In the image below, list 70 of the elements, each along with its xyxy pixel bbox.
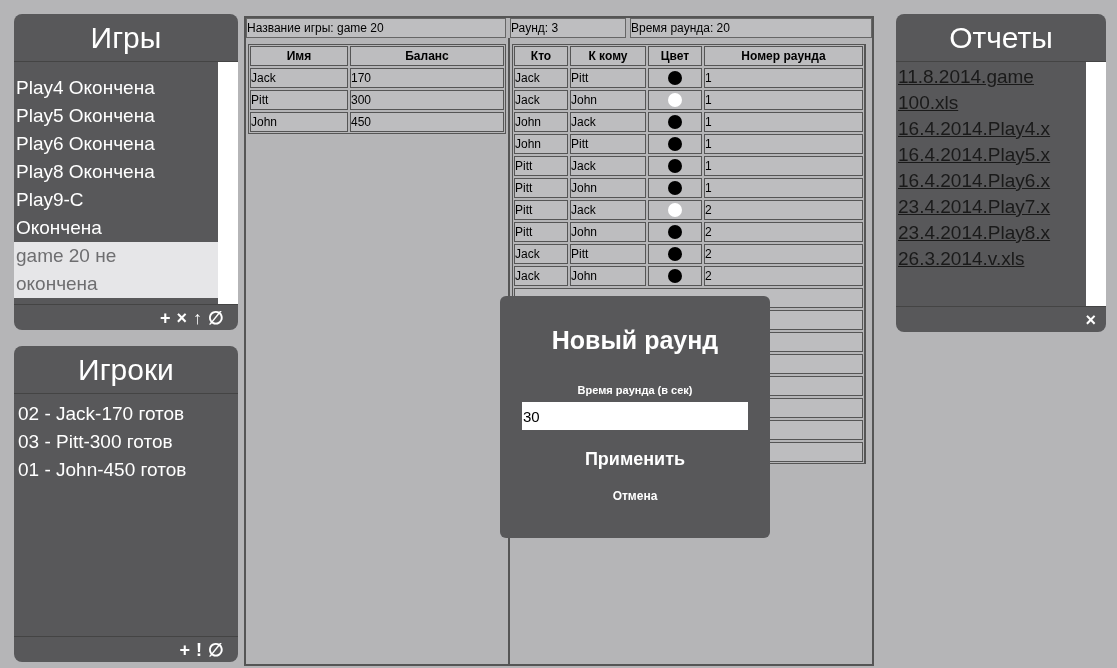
- game-item[interactable]: Play8 Окончена: [14, 158, 218, 186]
- table-cell: John: [570, 222, 646, 242]
- apply-button[interactable]: Применить: [584, 446, 686, 473]
- column-header: Номер раунда: [704, 46, 863, 66]
- table-cell: Pitt: [514, 156, 568, 176]
- table-cell: Pitt: [570, 134, 646, 154]
- action-button[interactable]: !: [196, 640, 202, 659]
- table-cell: 1: [704, 90, 863, 110]
- action-button[interactable]: +: [179, 640, 190, 659]
- table-cell: Jack: [514, 90, 568, 110]
- column-header: Кто: [514, 46, 568, 66]
- action-button[interactable]: ×: [1085, 310, 1096, 329]
- table-cell: 450: [350, 112, 504, 132]
- field-label: Время раунда (в сек): [577, 382, 693, 398]
- table-cell: Jack: [514, 266, 568, 286]
- game-name-field: Название игры: game 20: [246, 18, 506, 38]
- table-cell: John: [250, 112, 348, 132]
- panel-title: Игроки: [14, 346, 238, 394]
- table-cell: 1: [704, 134, 863, 154]
- table-cell: John: [514, 112, 568, 132]
- game-item[interactable]: Play5 Окончена: [14, 102, 218, 130]
- dialog-title: Новый раунд: [551, 325, 719, 356]
- round-field: Раунд: 3: [510, 18, 626, 38]
- table-cell: John: [570, 178, 646, 198]
- table-cell: Pitt: [514, 222, 568, 242]
- table-cell: 2: [704, 222, 863, 242]
- table-cell: Jack: [570, 156, 646, 176]
- table-cell: 2: [704, 266, 863, 286]
- column-header: К кому: [570, 46, 646, 66]
- column-header: Имя: [250, 46, 348, 66]
- table-cell: Jack: [570, 200, 646, 220]
- table-cell: Jack: [570, 112, 646, 132]
- table-cell: 1: [704, 112, 863, 132]
- table-cell: Pitt: [250, 90, 348, 110]
- cancel-button[interactable]: Отмена: [612, 487, 658, 505]
- table-cell: 2: [704, 244, 863, 264]
- table-cell: 1: [704, 156, 863, 176]
- column-header: Цвет: [648, 46, 702, 66]
- table-cell: 1: [704, 178, 863, 198]
- action-button[interactable]: ∅: [208, 640, 224, 659]
- player-item[interactable]: 03 - Pitt-300 готов: [18, 428, 238, 456]
- game-item[interactable]: game 20 не окончена: [14, 242, 218, 298]
- column-header: Баланс: [350, 46, 504, 66]
- table-cell: 300: [350, 90, 504, 110]
- game-item[interactable]: Play4 Окончена: [14, 74, 218, 102]
- table-cell: John: [570, 266, 646, 286]
- action-button[interactable]: ×: [176, 308, 187, 327]
- round-time-field: Время раунда: 20: [630, 18, 872, 38]
- table-cell: Jack: [250, 68, 348, 88]
- action-button[interactable]: +: [159, 308, 171, 327]
- table-cell: John: [514, 134, 568, 154]
- table-cell: Jack: [514, 244, 568, 264]
- panel-title: Игры: [14, 14, 238, 62]
- game-item[interactable]: Play6 Окончена: [14, 130, 218, 158]
- table-cell: 170: [350, 68, 504, 88]
- player-item[interactable]: 02 - Jack-170 готов: [18, 400, 238, 428]
- game-item[interactable]: Play9-C Окончена: [14, 186, 218, 242]
- table-cell: Pitt: [514, 178, 568, 198]
- action-button[interactable]: ↑: [193, 308, 202, 327]
- round-time-input[interactable]: 30: [522, 402, 748, 430]
- table-cell: 2: [704, 200, 863, 220]
- table-cell: Jack: [514, 68, 568, 88]
- table-cell: Pitt: [514, 200, 568, 220]
- table-cell: John: [570, 90, 646, 110]
- table-cell: Pitt: [570, 244, 646, 264]
- table-cell: Pitt: [570, 68, 646, 88]
- action-button[interactable]: ∅: [208, 308, 224, 327]
- table-cell: 1: [704, 68, 863, 88]
- player-item[interactable]: 01 - John-450 готов: [18, 456, 238, 484]
- panel-title: Отчеты: [896, 14, 1106, 62]
